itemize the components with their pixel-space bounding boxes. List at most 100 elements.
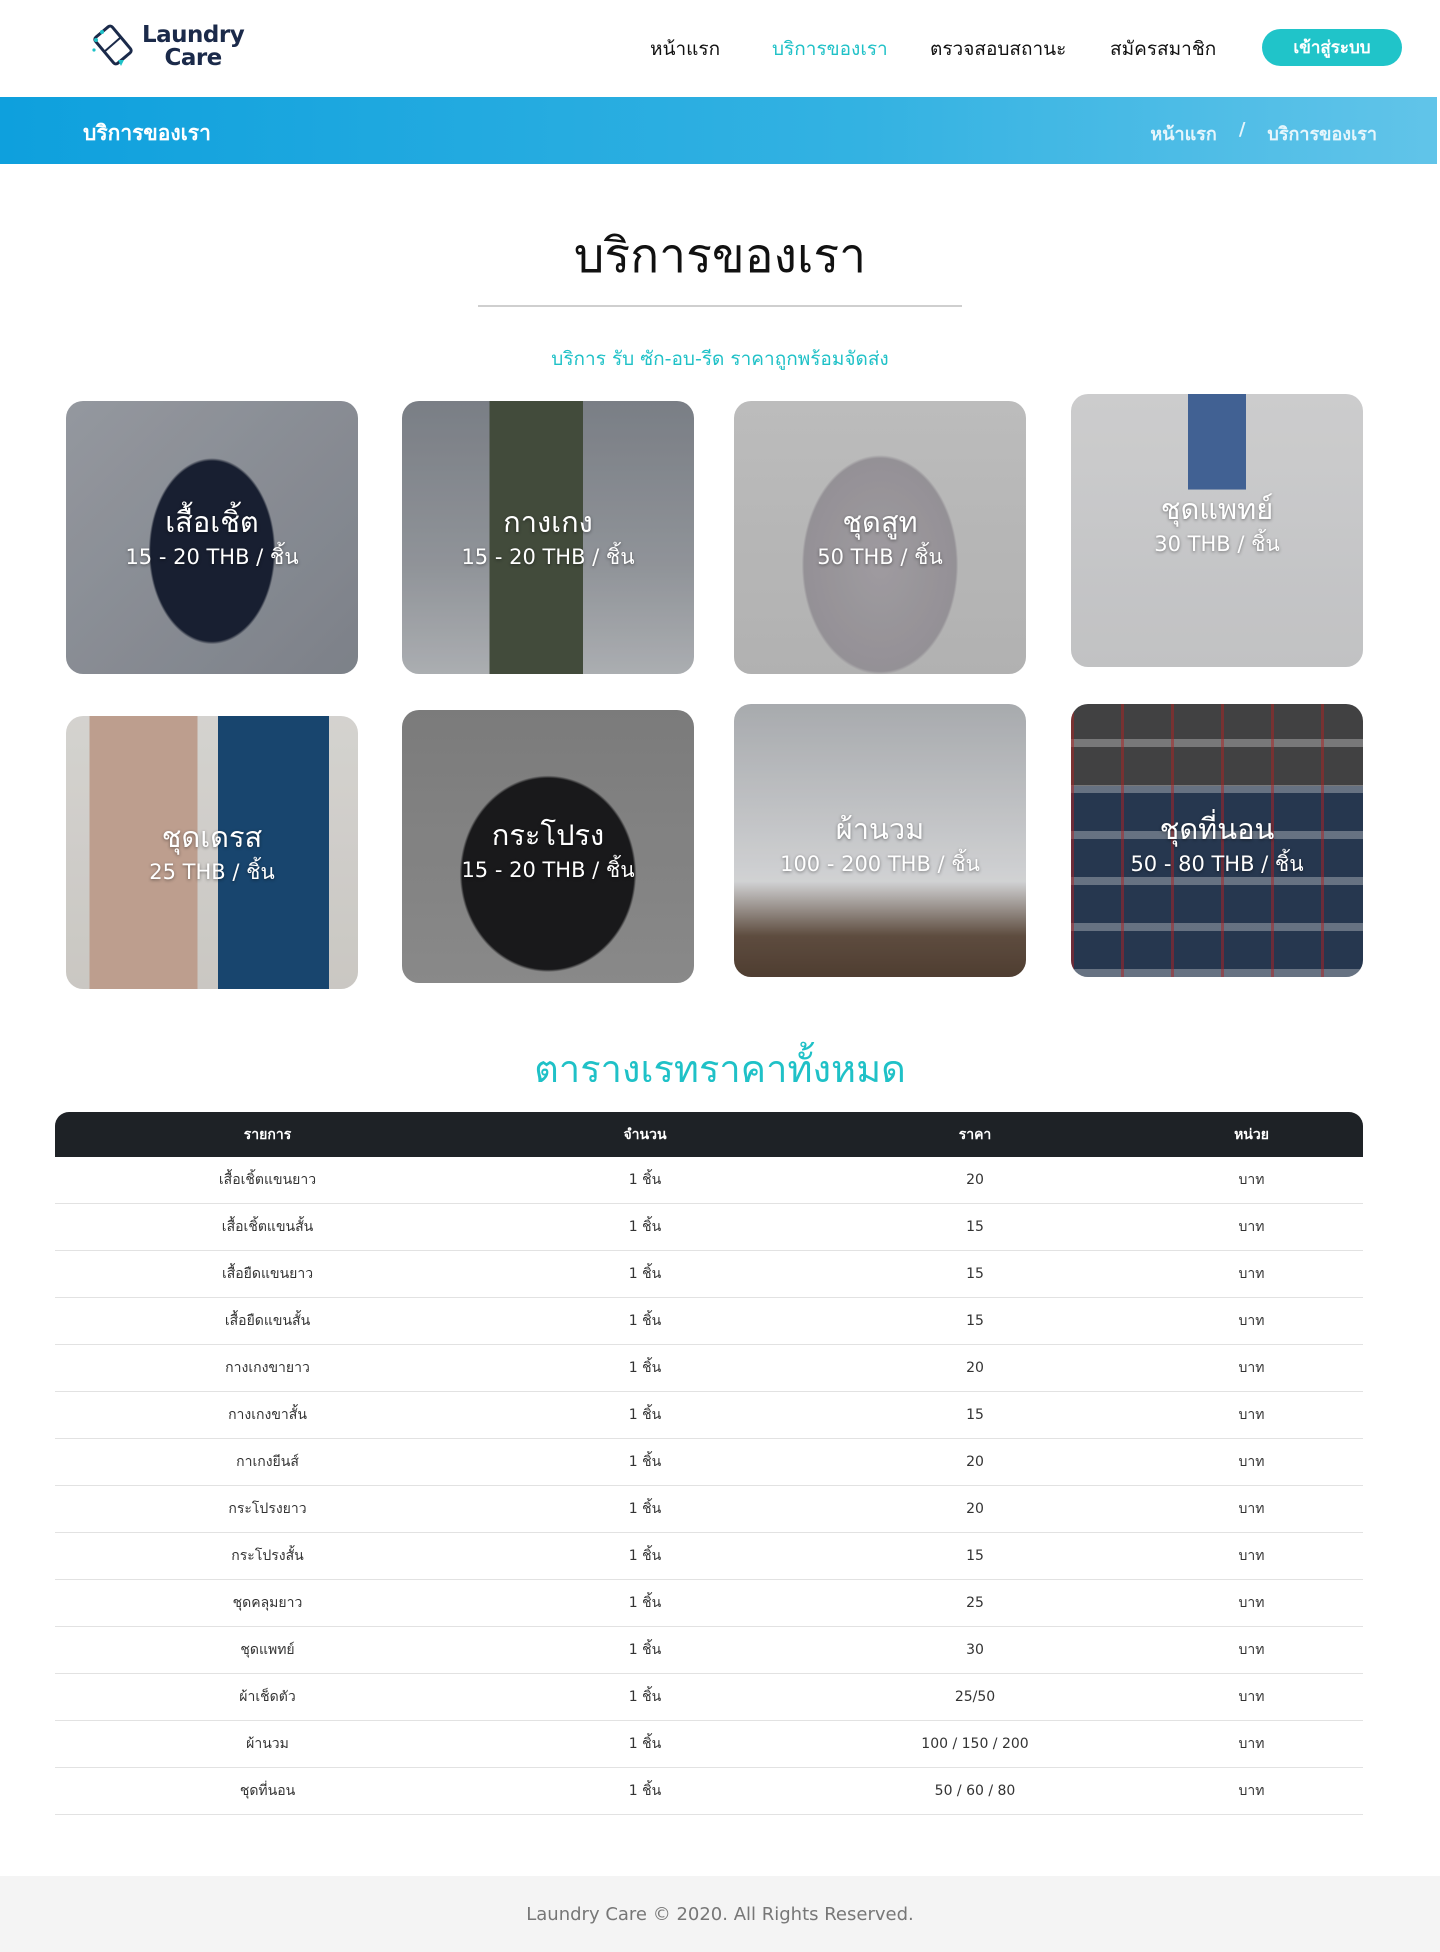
table-row: ผ้าเช็ดตัว 1 ชิ้น 25/50 บาท [55, 1674, 1363, 1721]
row-unit: บาท [1238, 1736, 1265, 1752]
card-title: ชุดแพทย์ [1160, 492, 1274, 526]
row-price: 20 [966, 1172, 984, 1188]
row-item: ชุดที่นอน [239, 1783, 296, 1799]
row-price: 15 [966, 1313, 984, 1329]
table-row: เสื้อยืดแขนสั้น 1 ชิ้น 15 บาท [55, 1298, 1363, 1345]
table-row: ชุดที่นอน 1 ชิ้น 50 / 60 / 80 บาท [55, 1768, 1363, 1815]
row-price: 25 [966, 1595, 984, 1611]
row-unit: บาท [1238, 1501, 1265, 1517]
table-row: ชุดคลุมยาว 1 ชิ้น 25 บาท [55, 1580, 1363, 1627]
header-price: ราคา [958, 1126, 992, 1143]
card-price: 15 - 20 THB / ชิ้น [125, 545, 299, 569]
table-row: เสื้อเชิ้ตแขนยาว 1 ชิ้น 20 บาท [55, 1157, 1363, 1204]
title-divider [478, 305, 962, 307]
table-row: กาเกงยีนส์ 1 ชิ้น 20 บาท [55, 1439, 1363, 1486]
breadcrumb-current: บริการของเรา [1267, 124, 1377, 145]
row-unit: บาท [1238, 1689, 1265, 1705]
row-item: กระโปรงยาว [228, 1501, 307, 1517]
price-table-title: ตารางเรทราคาทั้งหมด [534, 1047, 906, 1091]
card-title: กางเกง [503, 505, 593, 539]
table-row: กางเกงขายาว 1 ชิ้น 20 บาท [55, 1345, 1363, 1392]
card-price: 15 - 20 THB / ชิ้น [461, 545, 635, 569]
card-title: ชุดเดรส [161, 820, 263, 854]
card-title: ชุดที่นอน [1159, 812, 1275, 846]
row-item: กระโปรงสั้น [231, 1548, 304, 1564]
row-item: ชุดคลุมยาว [232, 1595, 303, 1611]
row-item: กาเกงยีนส์ [236, 1454, 299, 1470]
row-quantity: 1 ชิ้น [628, 1172, 662, 1188]
breadcrumb-home[interactable]: หน้าแรก [1150, 119, 1216, 148]
row-quantity: 1 ชิ้น [628, 1407, 662, 1423]
row-quantity: 1 ชิ้น [628, 1689, 662, 1705]
row-quantity: 1 ชิ้น [628, 1219, 662, 1235]
header-item: รายการ [243, 1126, 292, 1143]
row-item: เสื้อเชิ้ตแขนยาว [218, 1172, 317, 1188]
row-item: ผ้าเช็ดตัว [239, 1689, 296, 1705]
card-title: เสื้อเชิ้ต [165, 505, 259, 539]
service-card-dress[interactable]: ชุดเดรส 25 THB / ชิ้น [66, 716, 358, 989]
row-unit: บาท [1238, 1783, 1265, 1799]
row-unit: บาท [1238, 1454, 1265, 1470]
table-row: เสื้อเชิ้ตแขนสั้น 1 ชิ้น 15 บาท [55, 1204, 1363, 1251]
row-quantity: 1 ชิ้น [628, 1266, 662, 1282]
row-item: ผ้านวม [246, 1736, 289, 1752]
row-item: เสื้อยืดแขนยาว [221, 1266, 314, 1282]
row-price: 25/50 [954, 1689, 996, 1705]
card-title: ผ้านวม [835, 812, 925, 846]
row-unit: บาท [1238, 1360, 1265, 1376]
nav-services[interactable]: บริการของเรา [772, 34, 888, 64]
row-price: 30 [966, 1642, 984, 1658]
page-banner: บริการของเรา หน้าแรก / บริการของเรา [0, 97, 1437, 164]
row-unit: บาท [1238, 1642, 1265, 1658]
service-card-bedding[interactable]: ชุดที่นอน 50 - 80 THB / ชิ้น [1071, 704, 1363, 977]
nav-register[interactable]: สมัครสมาชิก [1110, 34, 1216, 64]
row-quantity: 1 ชิ้น [628, 1454, 662, 1470]
nav-home[interactable]: หน้าแรก [650, 34, 720, 64]
header-unit: หน่วย [1234, 1126, 1269, 1143]
row-price: 20 [966, 1501, 984, 1517]
nav-check-status[interactable]: ตรวจสอบสถานะ [930, 34, 1066, 64]
row-unit: บาท [1238, 1407, 1265, 1423]
main-nav: หน้าแรก บริการของเรา ตรวจสอบสถานะ สมัครส… [0, 34, 1440, 64]
service-card-pants[interactable]: กางเกง 15 - 20 THB / ชิ้น [402, 401, 694, 674]
row-price: 50 / 60 / 80 [934, 1783, 1016, 1799]
table-row: กระโปรงสั้น 1 ชิ้น 15 บาท [55, 1533, 1363, 1580]
row-price: 100 / 150 / 200 [921, 1736, 1029, 1752]
table-body: เสื้อเชิ้ตแขนยาว 1 ชิ้น 20 บาท เสื้อเชิ้ตแขน… [55, 1157, 1363, 1815]
service-card-skirt[interactable]: กระโปรง 15 - 20 THB / ชิ้น [402, 710, 694, 983]
table-row: เสื้อยืดแขนยาว 1 ชิ้น 15 บาท [55, 1251, 1363, 1298]
table-row: กระโปรงยาว 1 ชิ้น 20 บาท [55, 1486, 1363, 1533]
header-quantity: จำนวน [623, 1126, 667, 1143]
row-price: 15 [966, 1219, 984, 1235]
service-card-duvet[interactable]: ผ้านวม 100 - 200 THB / ชิ้น [734, 704, 1026, 977]
login-button[interactable]: เข้าสู่ระบบ [1262, 29, 1402, 66]
services-title: บริการของเรา [573, 228, 867, 284]
price-table: รายการ จำนวน ราคา หน่วย เสื้อเชิ้ตแขนยาว… [55, 1112, 1363, 1815]
row-quantity: 1 ชิ้น [628, 1595, 662, 1611]
services-subtitle: บริการ รับ ซัก-อบ-รีด ราคาถูกพร้อมจัดส่ง [551, 348, 889, 370]
row-quantity: 1 ชิ้น [628, 1548, 662, 1564]
row-price: 15 [966, 1548, 984, 1564]
service-card-doctor[interactable]: ชุดแพทย์ 30 THB / ชิ้น [1071, 394, 1363, 667]
breadcrumb-separator: / [1238, 119, 1246, 140]
service-card-suit[interactable]: ชุดสูท 50 THB / ชิ้น [734, 401, 1026, 674]
service-card-shirt[interactable]: เสื้อเชิ้ต 15 - 20 THB / ชิ้น [66, 401, 358, 674]
card-price: 15 - 20 THB / ชิ้น [461, 858, 635, 882]
banner-title: บริการของเรา [83, 121, 211, 145]
row-item: ชุดแพทย์ [240, 1642, 295, 1658]
row-quantity: 1 ชิ้น [628, 1783, 662, 1799]
card-price: 30 THB / ชิ้น [1154, 532, 1280, 556]
row-unit: บาท [1238, 1172, 1265, 1188]
row-price: 15 [966, 1407, 984, 1423]
row-quantity: 1 ชิ้น [628, 1501, 662, 1517]
row-price: 15 [966, 1266, 984, 1282]
row-quantity: 1 ชิ้น [628, 1736, 662, 1752]
copyright-text: Laundry Care © 2020. All Rights Reserved… [526, 1903, 914, 1925]
card-price: 50 - 80 THB / ชิ้น [1130, 852, 1304, 876]
table-row: ผ้านวม 1 ชิ้น 100 / 150 / 200 บาท [55, 1721, 1363, 1768]
card-price: 50 THB / ชิ้น [817, 545, 943, 569]
table-header: รายการ จำนวน ราคา หน่วย [55, 1112, 1363, 1157]
row-price: 20 [966, 1454, 984, 1470]
row-quantity: 1 ชิ้น [628, 1360, 662, 1376]
row-item: กางเกงขายาว [225, 1360, 310, 1376]
